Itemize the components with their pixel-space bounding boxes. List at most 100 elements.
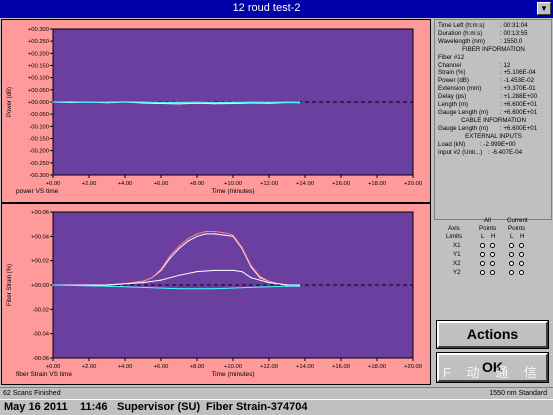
duration-value: : 00:13:55 (500, 29, 528, 37)
x-tick-label: +12.00 (260, 364, 278, 370)
data-point (214, 269, 216, 271)
x-tick-label: +16.00 (332, 181, 350, 187)
actions-button[interactable]: Actions (437, 321, 548, 348)
data-point (286, 284, 288, 286)
y-tick-label: -00.250 (29, 161, 49, 167)
y1-all-l-radio[interactable] (480, 252, 485, 257)
y-tick-label: +00.300 (28, 27, 49, 33)
footer-time: 11:46 (80, 401, 108, 413)
x-tick-label: +18.00 (368, 364, 386, 370)
power-value: : -1.453E-02 (500, 77, 535, 85)
current-h-header: H (520, 233, 525, 240)
y2-current-h-radio[interactable] (519, 270, 524, 275)
y1-current-h-radio[interactable] (519, 252, 524, 257)
x-tick-label: +18.00 (368, 181, 386, 187)
data-point (214, 288, 216, 290)
power-chart-panel: +00.300 +00.250 +00.200 +00.150 +00.100 +00.0… (1, 19, 431, 203)
x2-all-l-radio[interactable] (480, 261, 485, 266)
x-tick-label: +12.00 (260, 181, 278, 187)
external-inputs-header: EXTERNAL INPUTS (465, 132, 522, 140)
x-tick-label: +14.00 (296, 181, 314, 187)
footer-mode: Fiber Strain-374704 (206, 401, 308, 413)
status-bar: 62 Scans Finished 1550 nm Standard (0, 387, 553, 399)
data-point (178, 288, 180, 290)
x-tick-label: +10.00 (224, 364, 242, 370)
data-point (178, 245, 180, 247)
all-points-sub: Points (479, 225, 497, 232)
x2-all-h-radio[interactable] (490, 261, 495, 266)
data-point (187, 240, 189, 242)
x1-current-h-radio[interactable] (519, 243, 524, 248)
x1-current-l-radio[interactable] (509, 243, 514, 248)
x2-current-h-radio[interactable] (519, 261, 524, 266)
data-point (196, 271, 198, 273)
strain-value: : +5.106E-04 (500, 69, 536, 77)
input2-value: : -6.407E-04 (488, 148, 523, 156)
data-point (259, 275, 261, 278)
input2-label: Input #2 (Unit...) (438, 148, 483, 156)
data-point (250, 277, 252, 279)
axis-y1-label: Y1 (453, 251, 461, 258)
axis-x2-label: X2 (453, 260, 461, 267)
x-tick-label: +2.00 (82, 364, 97, 370)
y-tick-label: +00.050 (28, 88, 49, 94)
data-point (286, 285, 288, 287)
y2-current-l-radio[interactable] (509, 270, 514, 275)
strain-chart-panel: +00.06 +00.04 +00.02 +00.00 -00.02 -00.04 -00.… (1, 203, 431, 385)
x-tick-label: +4.00 (118, 364, 133, 370)
window-menu-button[interactable]: ▼ (537, 2, 551, 15)
y-tick-label: -00.100 (29, 124, 49, 130)
data-point (196, 233, 198, 235)
data-point (124, 101, 126, 103)
data-point (151, 277, 153, 279)
x-tick-label: +0.00 (46, 181, 61, 187)
axis-limits-group: All Current Axis Points Points Limits L … (434, 210, 552, 320)
data-point (223, 234, 225, 236)
extension-value: : +3.370E-01 (500, 85, 536, 93)
cable-gauge-value: : +6.600E+01 (500, 124, 538, 132)
y-tick-label: -00.200 (29, 149, 49, 155)
x-axis-label: Time (minutes) (211, 188, 254, 195)
x1-all-h-radio[interactable] (490, 243, 495, 248)
y-tick-label: +00.200 (28, 51, 49, 57)
data-point (232, 101, 234, 104)
data-point (124, 283, 126, 285)
x-tick-label: +0.00 (46, 364, 61, 370)
chart-caption: fiber Strain VS time (16, 371, 72, 378)
y1-current-l-radio[interactable] (509, 252, 514, 257)
y-tick-label: -00.02 (33, 307, 49, 313)
y-tick-label: -00.04 (33, 332, 50, 338)
footer-bar: May 16 2011 11:46 Supervisor (SU) Fiber … (0, 399, 553, 415)
y-tick-label: +00.150 (28, 64, 49, 70)
axis-header: Axis (448, 225, 460, 232)
data-point (299, 285, 301, 287)
data-point (205, 233, 207, 235)
duration-label: Duration (h:m:s) (438, 29, 483, 37)
chart-caption: power VS time (16, 188, 59, 195)
y-axis-label: Fiber Strain (%) (7, 264, 13, 306)
x-tick-label: +10.00 (224, 181, 242, 187)
y2-all-l-radio[interactable] (480, 270, 485, 275)
strain-chart: +00.06 +00.04 +00.02 +00.00 -00.02 -00.04 -00.… (7, 210, 422, 378)
y-tick-label: +00.000 (28, 100, 49, 106)
wavelength-value: : 1550.0 (500, 37, 523, 45)
x-tick-label: +4.00 (118, 181, 133, 187)
channel-value: : 12 (500, 61, 511, 69)
y2-all-h-radio[interactable] (490, 270, 495, 275)
data-point (142, 281, 144, 284)
fiber-number: Fiber #12 (438, 53, 465, 61)
time-left-value: : 00:31:04 (500, 22, 528, 29)
data-point (268, 281, 270, 284)
x1-all-l-radio[interactable] (480, 243, 485, 248)
data-point (214, 103, 216, 105)
y-tick-label: +00.00 (31, 283, 49, 289)
y1-all-h-radio[interactable] (490, 252, 495, 257)
channel-label: Channel (438, 61, 462, 69)
data-point (160, 279, 162, 281)
y-tick-label: +00.100 (28, 76, 49, 82)
data-point (88, 101, 90, 103)
data-point (241, 271, 243, 273)
data-point (250, 286, 252, 289)
x2-current-l-radio[interactable] (509, 261, 514, 266)
data-point (106, 285, 108, 287)
